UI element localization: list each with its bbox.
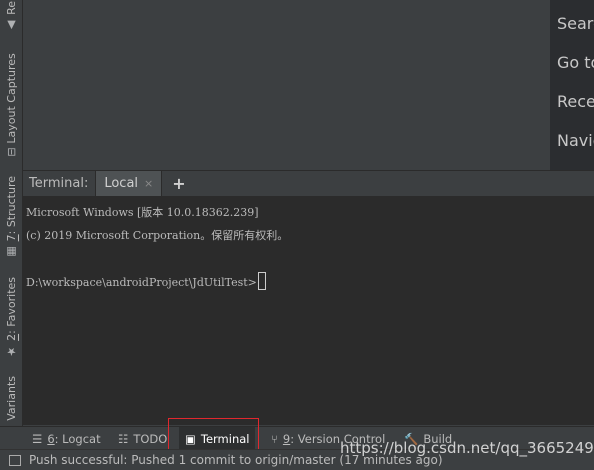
welcome-hints: Searc Go to Rece Navig [550,0,594,170]
left-tab-label: Variants [4,375,18,421]
todo-icon: ☷ [118,431,129,446]
structure-icon: ▦ [4,245,18,259]
version-control-icon: ⑂ [271,431,278,446]
terminal-cursor [257,272,266,290]
layout-captures-icon: ⊟ [4,147,18,157]
terminal-icon: ▣ [185,431,196,446]
left-tab-label: Re [4,0,18,15]
star-icon: ★ [4,344,18,358]
terminal-output[interactable]: Microsoft Windows [版本 10.0.18362.239] (c… [23,196,594,425]
tool-label: Terminal [200,431,250,446]
terminal-line: Microsoft Windows [版本 10.0.18362.239] [26,206,259,219]
left-tool-stripe: ▲ Re ⊟ Layout Captures ▦ 7: Structure ★ … [0,0,23,426]
left-tab-build-variants[interactable]: Variants [0,372,22,424]
editor-area [23,0,594,170]
close-icon[interactable]: × [144,177,153,190]
left-tab-shortcut: 2 [4,333,18,341]
watermark: https://blog.csdn.net/qq_36652498 [340,439,594,457]
left-tab-label: : Structure [4,176,18,235]
tool-label: : Logcat [54,431,101,446]
hint-recent-files: Rece [557,92,594,111]
left-tab-label: : Favorites [4,277,18,334]
terminal-prompt: D:\workspace\androidProject\JdUtilTest> [26,276,257,289]
left-tab-resource-manager[interactable]: ▲ Re [0,0,22,32]
left-tab-shortcut: 7 [4,234,18,242]
hint-go-to-file: Go to [557,53,594,72]
terminal-title: Terminal: [29,176,89,191]
logcat-icon: ☰ [32,431,43,446]
add-tab-icon[interactable]: + [162,174,195,193]
tab-local-label: Local [104,176,139,191]
hint-navigation-bar: Navig [557,131,594,150]
left-tab-favorites[interactable]: ★ 2: Favorites [0,275,22,360]
left-tab-label: Layout Captures [4,53,18,144]
tool-shortcut: 6 [47,431,55,446]
left-tab-layout-captures[interactable]: ⊟ Layout Captures [0,50,22,160]
resource-manager-icon: ▲ [4,18,18,32]
tool-logcat[interactable]: ☰ 6: Logcat [32,427,101,450]
terminal-header: Terminal: Local × + [23,170,594,197]
tool-todo[interactable]: ☷ TODO [118,427,167,450]
left-tab-structure[interactable]: ▦ 7: Structure [0,175,22,260]
tool-label: TODO [133,431,168,446]
hint-search-everywhere: Searc [557,14,594,33]
tab-local[interactable]: Local × [95,171,163,196]
tool-terminal[interactable]: ▣ Terminal [179,427,256,450]
window-icon[interactable] [9,454,21,466]
terminal-line: (c) 2019 Microsoft Corporation。保留所有权利。 [26,229,289,242]
